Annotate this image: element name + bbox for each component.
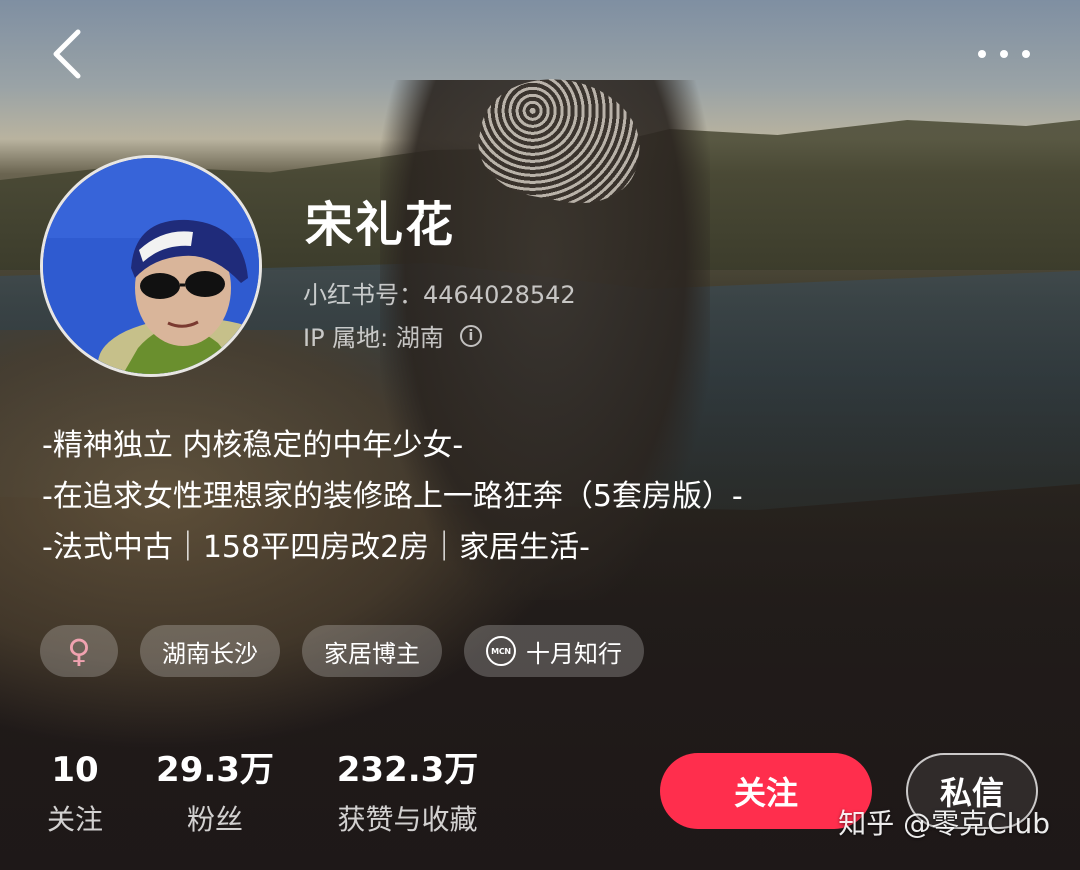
back-button[interactable]: [48, 28, 88, 80]
tag-list: ♀ 湖南长沙 家居博主 MCN 十月知行: [40, 625, 644, 677]
watermark: 知乎 @零克Club: [838, 807, 1050, 840]
profile-screen: 宋礼花 小红书号：4464028542 IP 属地: 湖南 i -精神独立 内核…: [0, 0, 1080, 870]
profile-name: 宋礼花: [305, 197, 456, 253]
female-icon: ♀: [67, 632, 91, 670]
fans-label: 粉丝: [186, 803, 243, 836]
likes-count: 232.3万: [336, 750, 479, 790]
fans-count: 29.3万: [156, 750, 274, 790]
following-label: 关注: [46, 803, 103, 836]
stat-likes[interactable]: 232.3万 获赞与收藏: [325, 748, 490, 838]
mcn-tag[interactable]: MCN 十月知行: [464, 625, 644, 677]
mcn-name: 十月知行: [526, 639, 622, 668]
bio-line: -在追求女性理想家的装修路上一路狂奔（5套房版）-: [42, 479, 743, 514]
avatar[interactable]: [40, 155, 262, 377]
gender-tag: ♀: [40, 625, 118, 677]
role-tag[interactable]: 家居博主: [302, 625, 442, 677]
chevron-left-icon: [53, 29, 81, 79]
ip-location: IP 属地: 湖南 i: [303, 318, 482, 353]
following-count: 10: [51, 750, 99, 790]
avatar-photo: [43, 158, 259, 374]
ip-location-text: IP 属地: 湖南: [303, 324, 444, 352]
more-dots-icon: [978, 50, 1030, 58]
likes-label: 获赞与收藏: [337, 803, 478, 836]
stat-following[interactable]: 10 关注: [40, 748, 110, 838]
bio-line: -法式中古｜158平四房改2房｜家居生活-: [42, 530, 590, 565]
stat-fans[interactable]: 29.3万 粉丝: [150, 748, 280, 838]
bio: -精神独立 内核稳定的中年少女- -在追求女性理想家的装修路上一路狂奔（5套房版…: [42, 420, 743, 573]
location-tag[interactable]: 湖南长沙: [140, 625, 280, 677]
mcn-icon: MCN: [486, 636, 516, 666]
more-button[interactable]: [974, 36, 1034, 72]
info-icon[interactable]: i: [459, 324, 482, 347]
profile-id: 小红书号：4464028542: [303, 281, 576, 309]
bio-line: -精神独立 内核稳定的中年少女-: [42, 428, 464, 463]
